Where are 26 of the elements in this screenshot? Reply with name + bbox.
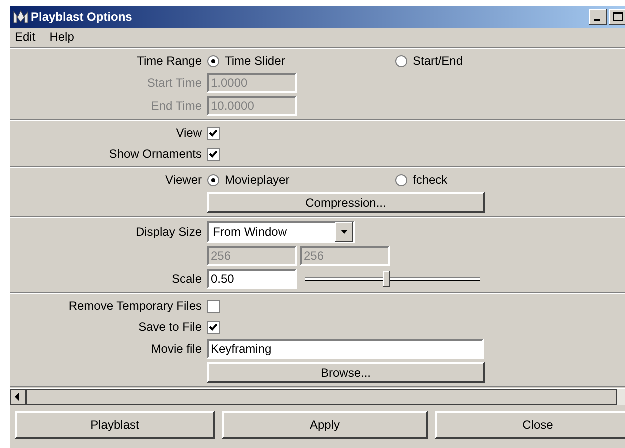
dropdown[interactable]: From Window (207, 221, 355, 243)
dialog-button[interactable]: Apply (222, 411, 428, 439)
radio-label[interactable]: Time Slider (225, 54, 286, 68)
field-label: Movie file (150, 342, 202, 356)
menu-item[interactable]: Help (50, 30, 74, 45)
field-label: Viewer (164, 173, 202, 187)
radio-label[interactable]: fcheck (413, 173, 448, 187)
field-label: Scale (170, 272, 202, 286)
input-field[interactable]: Keyframing (207, 339, 484, 359)
field-label: End Time (150, 99, 202, 113)
field-label: Start Time (146, 76, 202, 90)
field-label: Time Range (136, 54, 202, 68)
button[interactable]: Browse... (207, 362, 485, 383)
radio-label[interactable]: Movieplayer (225, 173, 290, 187)
menu-item[interactable]: Edit (15, 30, 36, 45)
window-title: Playblast Options (31, 10, 134, 24)
button[interactable]: Compression... (207, 192, 485, 213)
input-field[interactable]: 0.50 (207, 269, 297, 289)
field-label: View (175, 126, 202, 140)
radio-label[interactable]: Start/End (413, 54, 464, 68)
dialog-button[interactable]: Close (435, 411, 625, 439)
field-label: Show Ornaments (108, 147, 202, 161)
field-label: Save to File (138, 320, 202, 334)
dialog-button[interactable]: Playblast (15, 411, 215, 439)
field-label: Remove Temporary Files (68, 299, 202, 313)
field-label: Display Size (134, 225, 202, 239)
